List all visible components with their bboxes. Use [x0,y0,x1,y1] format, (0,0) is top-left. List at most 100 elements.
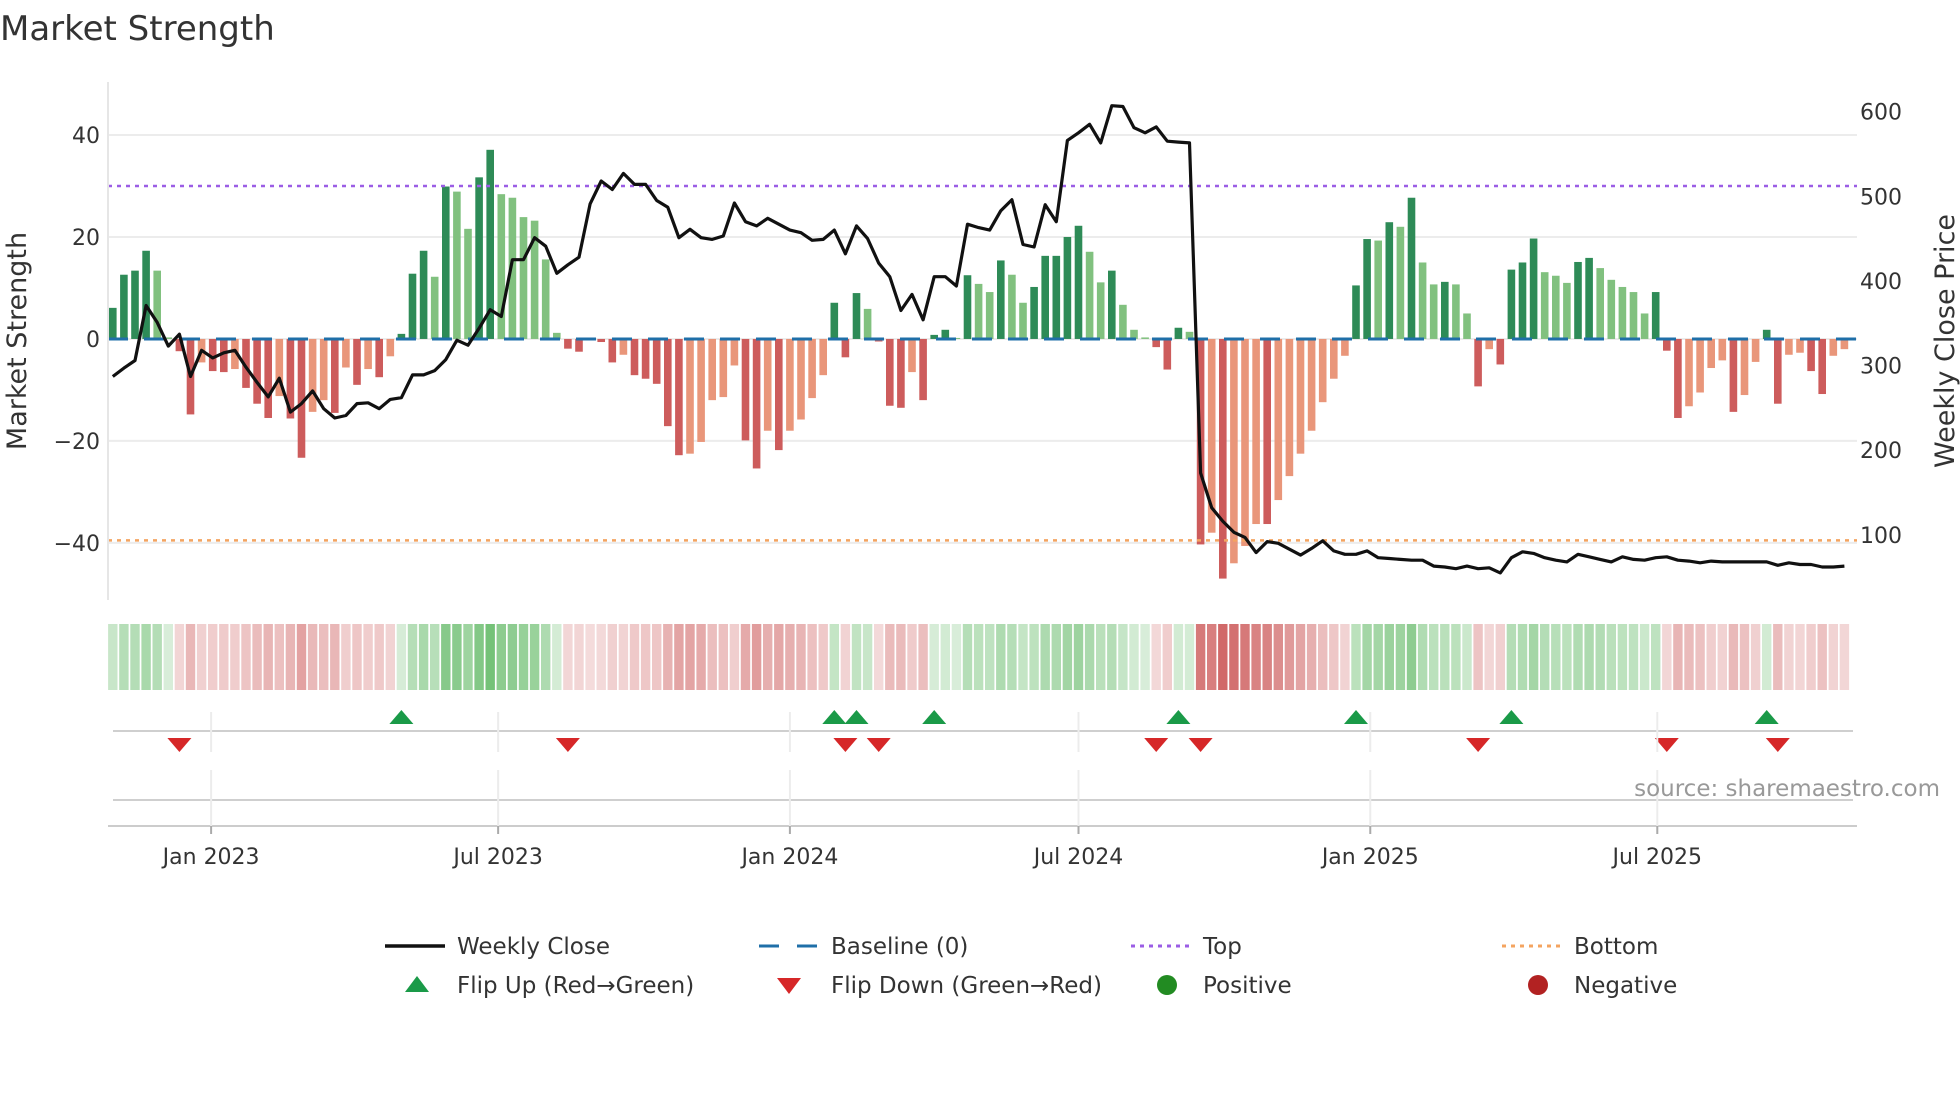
flip-down-marker [1144,738,1169,752]
flip-up-marker [1499,710,1524,724]
legend-item: Flip Down (Green→Red) [777,973,1102,999]
strength-bar [120,274,128,339]
strip-cell [219,624,229,690]
strip-cell [929,624,939,690]
legend-item: Flip Up (Red→Green) [405,973,694,999]
strip-cell [751,624,762,690]
strip-cell [1806,624,1816,690]
dot-icon [1528,975,1548,995]
y-tick-label: −20 [54,430,100,455]
strength-bar [974,283,983,339]
strip-cell [1506,624,1517,690]
x-axis: Jan 2023 Jul 2023 Jan 2024 Jul 2024 Jan 2025… [108,712,1857,870]
strip-cell [940,624,950,690]
strength-bar [1307,338,1316,431]
legend-item: Bottom [1502,934,1658,960]
strength-bar [1707,338,1715,369]
strip-cell [885,624,895,690]
strip-cell [774,624,784,690]
strength-bar [331,338,339,413]
strip-cell [1251,624,1261,690]
strength-bar [1085,251,1094,339]
x-tick-label: Jan 2025 [1320,845,1419,870]
strip-cell [1340,624,1350,690]
y-axis-label: Market Strength [2,232,33,450]
strip-cell [1551,624,1561,690]
strength-bar [353,338,361,385]
triangle-up-icon [405,976,429,992]
strength-bar [1263,338,1271,525]
strength-bar [253,338,261,404]
strength-bar [1540,272,1549,339]
strength-bar [519,217,528,339]
strip-cell [1417,624,1428,690]
strength-bar [1396,226,1405,339]
strip-cell [1096,624,1106,690]
y2-axis-label: Weekly Close Price [1930,214,1960,468]
market-strength-chart: Market Strength −40 −20 0 20 40 100 200 300 400 5… [0,9,1960,999]
strip-cell [363,624,373,690]
strip-cell [1373,624,1383,690]
strength-bar [1274,338,1283,501]
strip-cell [185,624,196,690]
strength-bar [308,338,317,412]
strength-bar [1296,338,1305,454]
strength-bar [342,338,350,368]
strength-bar [719,338,728,398]
strip-cell [274,624,284,690]
strength-bar [1751,338,1760,362]
flip-down-marker [1188,738,1213,752]
legend-item: Negative [1528,973,1677,999]
strip-cell [685,624,695,690]
strength-bar [1663,338,1671,351]
legend-item: Weekly Close [385,934,610,960]
strip-cell [907,624,917,690]
strip-cell [307,624,318,690]
y2-tick-label: 500 [1860,185,1902,210]
strip-cell [141,624,151,690]
flip-up-marker [844,710,869,724]
strength-bar [641,338,650,379]
strip-cell [1617,624,1628,690]
strength-bar [1019,302,1027,339]
strength-bar [453,191,461,339]
y2-tick-label: 200 [1860,439,1902,464]
strip-cell [763,624,773,690]
strength-bar [1607,279,1616,339]
strength-bar [1119,304,1127,339]
strip-cell [374,624,384,690]
strip-cell [596,624,606,690]
legend-label: Baseline (0) [831,934,968,960]
strength-bar [852,293,861,339]
strip-cell [1351,624,1361,690]
strip-cell [973,624,984,690]
strength-bar [1718,338,1727,361]
strip-cell [485,624,495,690]
strip-cell [541,624,551,690]
strip-cell [252,624,262,690]
strip-cell [1528,624,1539,690]
strip-cell [418,624,429,690]
y-tick-label: 20 [72,226,100,251]
y2-tick-label: 300 [1860,355,1902,380]
strength-bar [564,338,572,349]
strip-cell [552,624,562,690]
strip-cell [951,624,962,690]
strip-cell [740,624,751,690]
strip-cell [918,624,928,690]
strip-cell [1839,624,1850,690]
strip-cell [640,624,651,690]
strip-cell [1750,624,1761,690]
legend-label: Flip Down (Green→Red) [831,973,1102,999]
strip-cell [696,624,706,690]
strip-cell [1762,624,1772,690]
strength-bar [841,338,850,358]
strength-bar [1418,262,1427,339]
strip-cell [663,624,673,690]
strip-cell [1195,624,1206,690]
strength-bar [408,273,417,339]
strength-bar [1041,255,1049,339]
strip-cell [718,624,728,690]
strip-cell [1018,624,1028,690]
strip-cell [840,624,851,690]
